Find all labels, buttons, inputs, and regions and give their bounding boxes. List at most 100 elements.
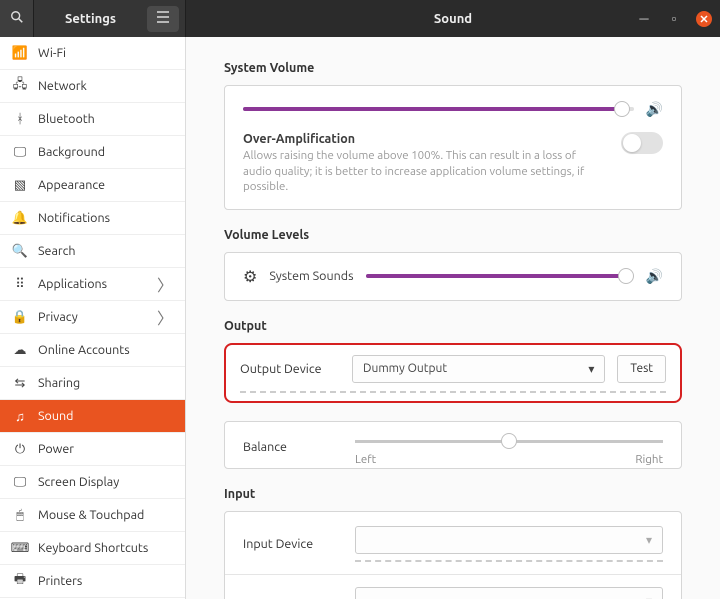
sidebar-item-label: Mouse & Touchpad xyxy=(38,508,144,522)
printers-icon: 🖶 xyxy=(12,570,28,592)
sidebar-item-label: Printers xyxy=(38,574,82,588)
output-device-select[interactable]: Dummy Output ▾ xyxy=(352,355,605,383)
sidebar-item-keyboard-shortcuts[interactable]: ⌨ Keyboard Shortcuts xyxy=(0,532,185,565)
section-title-input: Input xyxy=(224,487,682,501)
sidebar-item-sound[interactable]: ♫ Sound xyxy=(0,400,185,433)
search-icon xyxy=(10,10,24,27)
search-icon: 🔍 xyxy=(12,244,28,259)
window-close-button[interactable] xyxy=(696,11,712,27)
hamburger-menu-button[interactable] xyxy=(147,6,179,32)
power-icon: ⏻ xyxy=(12,442,28,457)
sidebar-item-label: Online Accounts xyxy=(38,343,130,357)
titlebar-right: Sound ─ ▫ xyxy=(186,0,720,37)
input-device-label: Input Device xyxy=(243,537,343,551)
chevron-right-icon: 〉 xyxy=(157,305,173,329)
input-device-select[interactable]: ▾ xyxy=(355,526,663,554)
titlebar: Settings Sound ─ ▫ xyxy=(0,0,720,37)
output-device-label: Output Device xyxy=(240,362,340,376)
overamp-desc: Allows raising the volume above 100%. Th… xyxy=(243,148,605,195)
applications-icon: ⠿ xyxy=(12,277,28,292)
system-volume-card: 🔊 Over-Amplification Allows raising the … xyxy=(224,85,682,210)
close-icon xyxy=(700,12,708,26)
section-title-system-volume: System Volume xyxy=(224,61,682,75)
maximize-icon: ▫ xyxy=(672,11,677,26)
mouse-touchpad-icon: 🖱 xyxy=(12,508,28,523)
gear-icon: ⚙ xyxy=(243,267,257,286)
sidebar-item-wi-fi[interactable]: 📶 Wi-Fi xyxy=(0,37,185,70)
search-button[interactable] xyxy=(0,0,34,37)
sidebar-item-printers[interactable]: 🖶 Printers xyxy=(0,565,185,598)
sidebar-item-sharing[interactable]: ⇆ Sharing xyxy=(0,367,185,400)
sidebar-item-online-accounts[interactable]: ☁ Online Accounts xyxy=(0,334,185,367)
balance-card: Balance Left Right xyxy=(224,421,682,469)
privacy-icon: 🔒 xyxy=(12,310,28,325)
minimize-icon: ─ xyxy=(639,11,648,26)
volume-levels-card: ⚙ System Sounds 🔊 xyxy=(224,252,682,301)
sidebar-item-background[interactable]: 🖵 Background xyxy=(0,136,185,169)
sidebar-item-network[interactable]: 🖧 Network xyxy=(0,70,185,103)
sidebar-item-label: Wi-Fi xyxy=(38,46,66,60)
sidebar-item-label: Sharing xyxy=(38,376,80,390)
sidebar-item-notifications[interactable]: 🔔 Notifications xyxy=(0,202,185,235)
sidebar-item-mouse-touchpad[interactable]: 🖱 Mouse & Touchpad xyxy=(0,499,185,532)
sidebar-item-label: Screen Display xyxy=(38,475,119,489)
sidebar-item-label: Network xyxy=(38,79,87,93)
content: System Volume 🔊 Over-Amplification Allow… xyxy=(186,37,720,599)
sound-icon: ♫ xyxy=(12,409,28,424)
sidebar-item-appearance[interactable]: ▧ Appearance xyxy=(0,169,185,202)
chevron-down-icon: ▾ xyxy=(646,594,652,599)
sidebar-item-label: Power xyxy=(38,442,74,456)
titlebar-left: Settings xyxy=(0,0,186,37)
sidebar-item-label: Sound xyxy=(38,409,73,423)
sidebar-item-applications[interactable]: ⠿ Applications 〉 xyxy=(0,268,185,301)
notifications-icon: 🔔 xyxy=(12,211,28,226)
sidebar-item-label: Applications xyxy=(38,277,107,291)
overamp-title: Over-Amplification xyxy=(243,132,605,146)
balance-right-label: Right xyxy=(635,453,663,466)
balance-label: Balance xyxy=(243,440,343,454)
input-card: Input Device ▾ Configuration xyxy=(224,511,682,599)
sidebar-item-label: Background xyxy=(38,145,105,159)
chevron-down-icon: ▾ xyxy=(646,533,652,547)
sidebar-item-label: Search xyxy=(38,244,76,258)
wi-fi-icon: 📶 xyxy=(12,46,28,61)
chevron-down-icon: ▾ xyxy=(588,362,594,376)
sidebar-item-power[interactable]: ⏻ Power xyxy=(0,433,185,466)
sidebar-item-screen-display[interactable]: 🖵 Screen Display xyxy=(0,466,185,499)
screen-display-icon: 🖵 xyxy=(12,475,28,490)
window-maximize-button[interactable]: ▫ xyxy=(666,11,682,27)
sidebar-item-label: Keyboard Shortcuts xyxy=(38,541,148,555)
appearance-icon: ▧ xyxy=(12,178,28,193)
system-sounds-slider[interactable] xyxy=(366,267,634,285)
hamburger-icon xyxy=(156,11,170,26)
sidebar-item-bluetooth[interactable]: ᚼ Bluetooth xyxy=(0,103,185,136)
speaker-high-icon: 🔊 xyxy=(646,268,663,285)
sidebar-item-label: Bluetooth xyxy=(38,112,95,126)
separator-dashed xyxy=(240,391,666,393)
section-title-volume-levels: Volume Levels xyxy=(224,228,682,242)
configuration-select[interactable]: ▾ xyxy=(355,587,663,599)
network-icon: 🖧 xyxy=(12,75,28,97)
sidebar-item-search[interactable]: 🔍 Search xyxy=(0,235,185,268)
window-minimize-button[interactable]: ─ xyxy=(636,11,652,27)
sharing-icon: ⇆ xyxy=(12,376,28,391)
speaker-high-icon: 🔊 xyxy=(646,101,663,118)
test-button[interactable]: Test xyxy=(617,355,666,383)
chevron-right-icon: 〉 xyxy=(157,272,173,296)
output-device-value: Dummy Output xyxy=(363,362,447,375)
sidebar-item-label: Notifications xyxy=(38,211,110,225)
sidebar: 📶 Wi-Fi 🖧 Network ᚼ Bluetooth 🖵 Background ▧ Appe… xyxy=(0,37,186,599)
system-volume-slider[interactable] xyxy=(243,100,634,118)
bluetooth-icon: ᚼ xyxy=(12,112,28,126)
online-accounts-icon: ☁ xyxy=(12,343,28,358)
overamp-switch[interactable] xyxy=(621,132,663,154)
sidebar-item-label: Appearance xyxy=(38,178,105,192)
background-icon: 🖵 xyxy=(12,145,28,160)
section-title-output: Output xyxy=(224,319,682,333)
sidebar-item-privacy[interactable]: 🔒Privacy〉 xyxy=(0,301,185,334)
balance-left-label: Left xyxy=(355,453,376,466)
balance-slider[interactable]: Left Right xyxy=(355,432,663,462)
app-title: Settings xyxy=(34,12,147,26)
volume-row-label: System Sounds xyxy=(269,269,353,283)
keyboard-shortcuts-icon: ⌨ xyxy=(12,541,28,556)
